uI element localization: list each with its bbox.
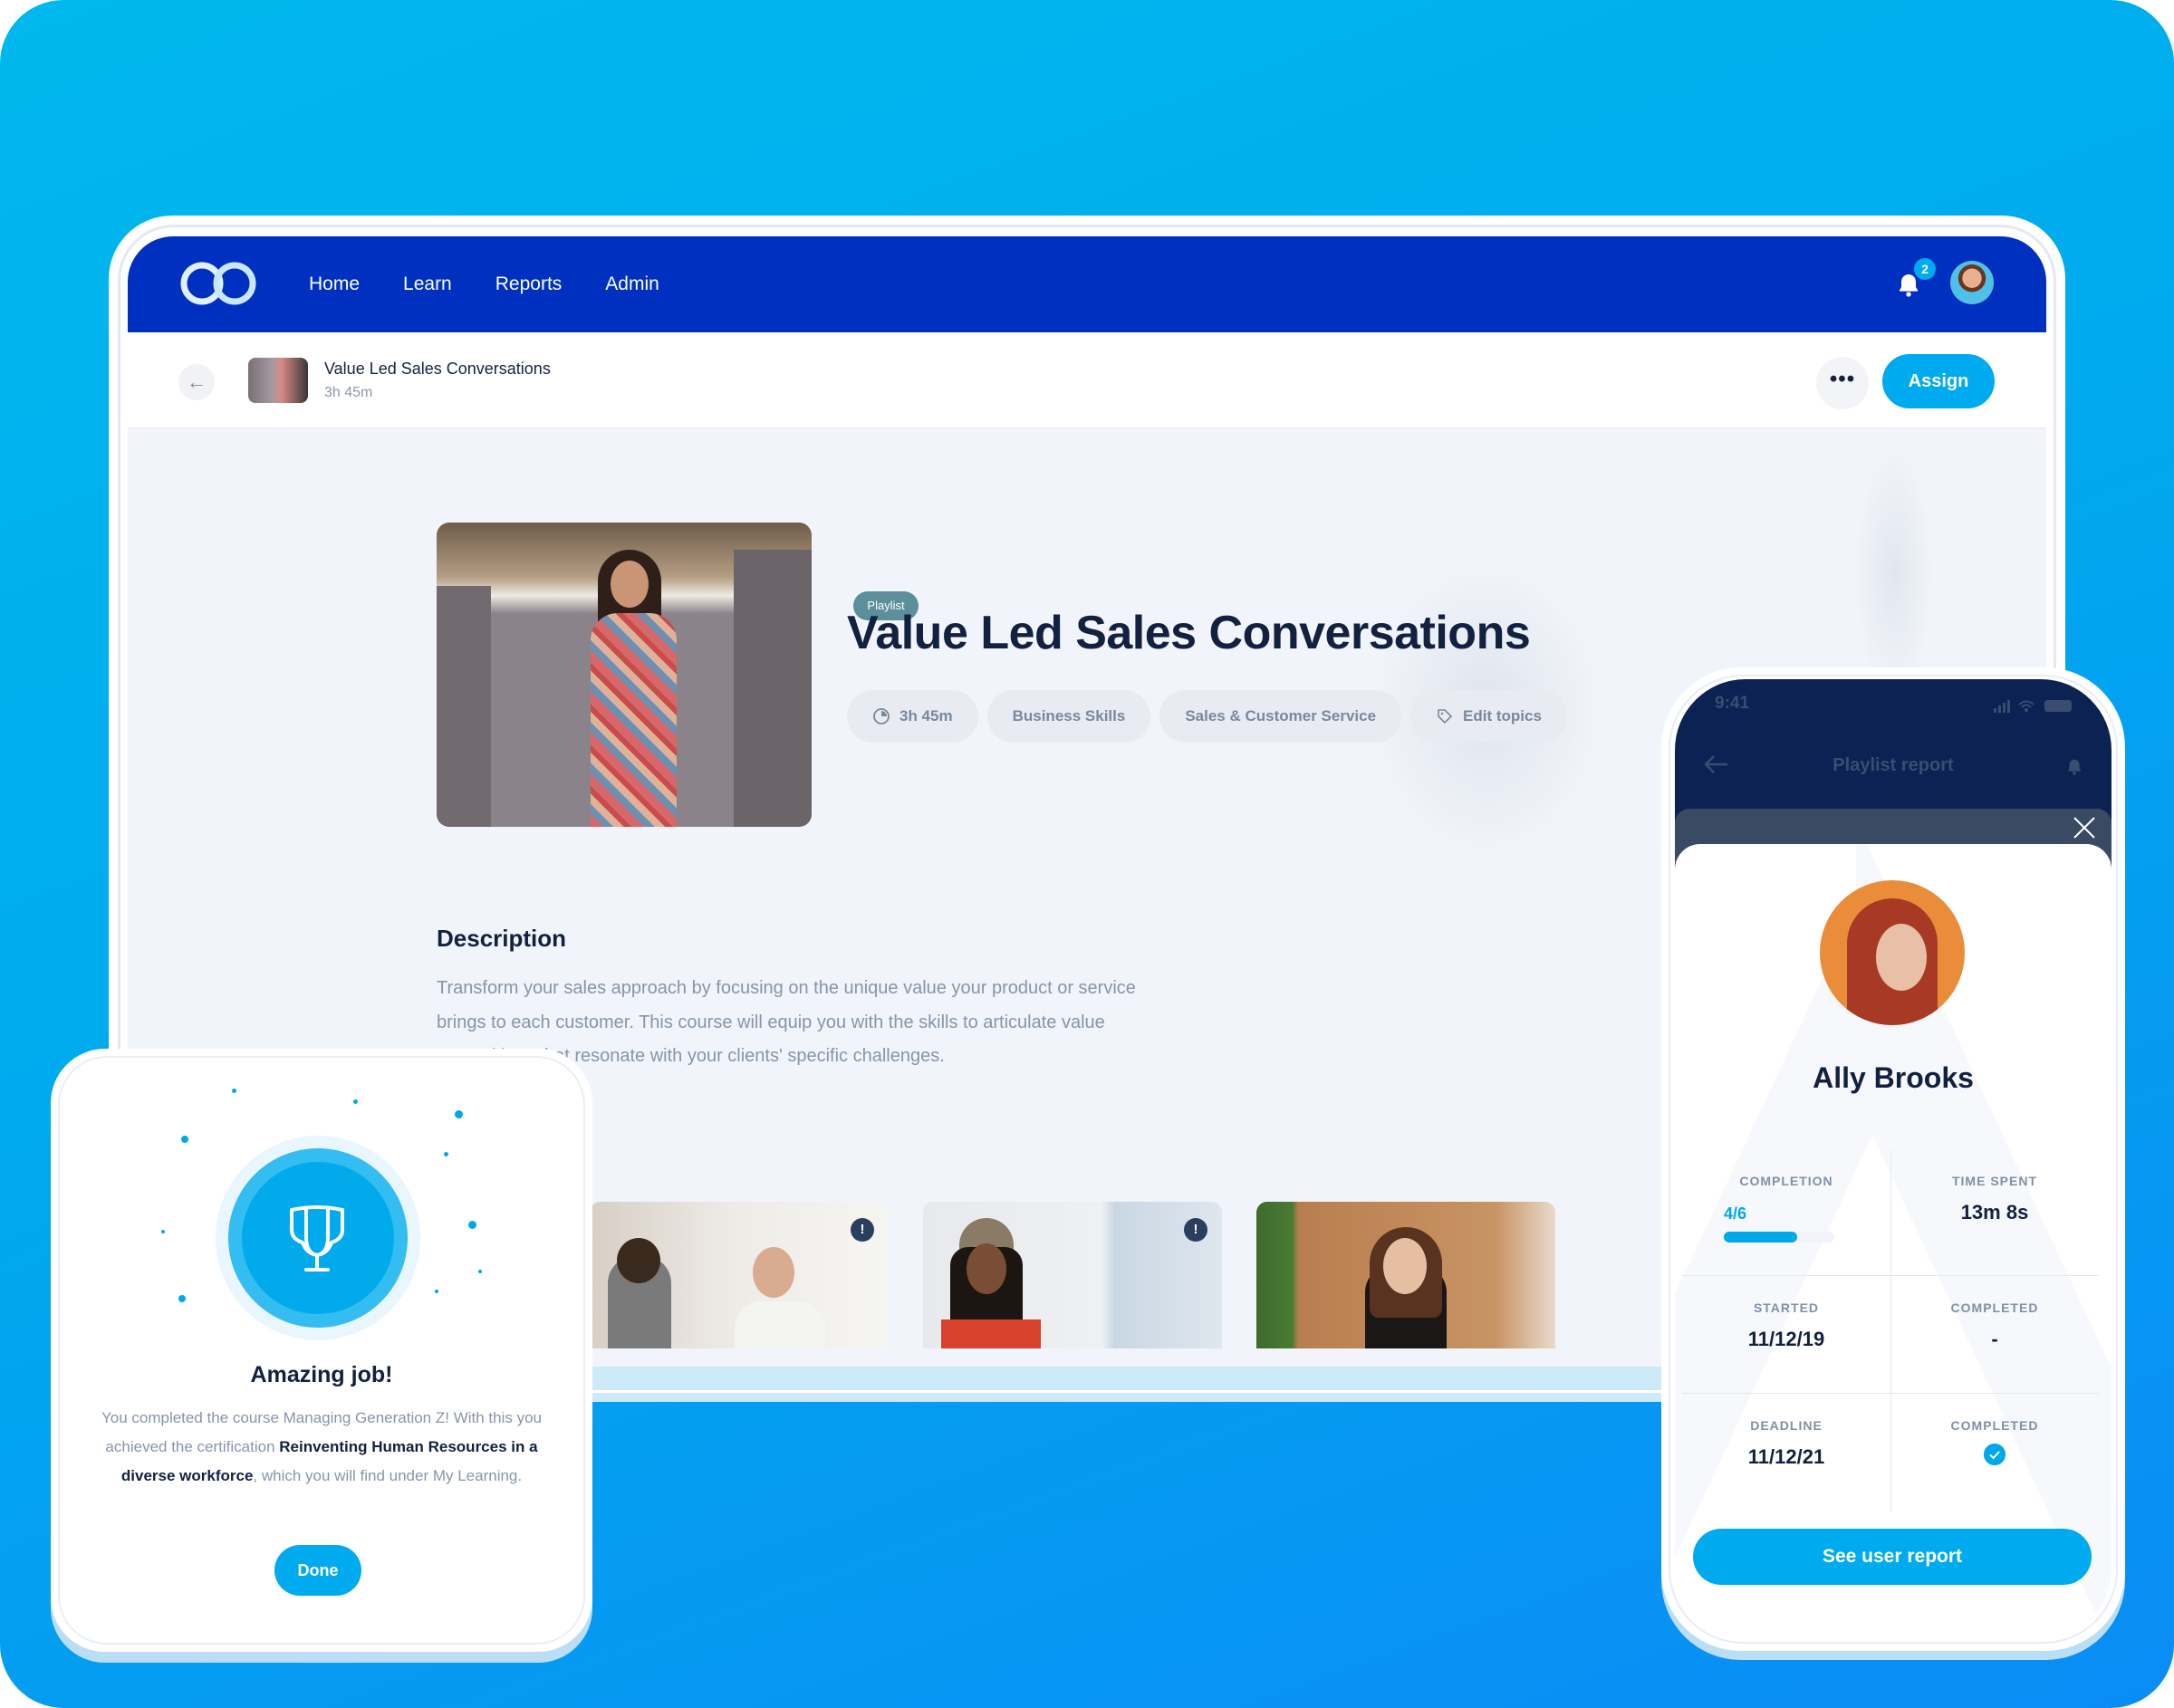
stat-label: COMPLETION (1739, 1174, 1833, 1188)
playlist-item-card[interactable] (590, 1202, 889, 1348)
header-course-duration: 3h 45m (324, 385, 373, 400)
course-title: Value Led Sales Conversations (847, 607, 1531, 659)
stat-label: DEADLINE (1750, 1418, 1823, 1433)
stat-value: 13m 8s (1960, 1201, 2029, 1223)
nav-links: Home Learn Reports Admin (309, 236, 703, 332)
more-options-button[interactable]: ••• (1816, 357, 1869, 409)
infinity-logo-icon[interactable] (178, 260, 258, 307)
playlist-item-card[interactable] (1256, 1202, 1555, 1348)
nav-reports[interactable]: Reports (495, 273, 563, 295)
topic-chip-sales-customer-service[interactable]: Sales & Customer Service (1159, 690, 1402, 743)
confetti-dot (181, 1136, 188, 1143)
top-navigation: Home Learn Reports Admin 2 (128, 236, 2046, 332)
stat-deadline: DEADLINE 11/12/21 (1682, 1418, 1890, 1469)
stat-label: STARTED (1753, 1300, 1820, 1315)
trophy-icon (290, 1205, 344, 1271)
stat-value: - (1991, 1328, 1998, 1350)
back-button[interactable]: ← (178, 364, 215, 400)
achievement-text-after: , which you will find under My Learning. (253, 1467, 523, 1484)
user-avatar-large (1820, 880, 1965, 1025)
topic-chip-label: Business Skills (1012, 707, 1126, 724)
confetti-dot (435, 1290, 438, 1293)
course-cover-image (437, 523, 812, 827)
confetti-dot (232, 1089, 236, 1093)
see-user-report-button[interactable]: See user report (1693, 1529, 2092, 1585)
alert-badge: ! (1184, 1218, 1207, 1242)
nav-home[interactable]: Home (309, 273, 360, 295)
playlist-item-card[interactable] (923, 1202, 1222, 1348)
tag-icon (1438, 709, 1453, 724)
stat-started: STARTED 11/12/19 (1682, 1300, 1890, 1351)
done-button[interactable]: Done (274, 1545, 361, 1596)
completion-fraction: 4/6 (1724, 1204, 1747, 1223)
status-bar-icons (1994, 700, 2072, 713)
duration-chip[interactable]: 3h 45m (847, 690, 978, 743)
achievement-message: You completed the course Managing Genera… (100, 1404, 544, 1491)
confetti-dot (444, 1152, 448, 1156)
header-course-title: Value Led Sales Conversations (324, 360, 551, 378)
confetti-dot (178, 1295, 186, 1302)
stat-completed-status: COMPLETED (1890, 1418, 2099, 1470)
confetti-dot (455, 1110, 463, 1118)
stat-value: 11/12/19 (1747, 1328, 1825, 1350)
confetti-dot (478, 1270, 482, 1273)
user-name: Ally Brooks (1813, 1061, 1974, 1094)
nav-admin[interactable]: Admin (605, 273, 659, 295)
completion-progress-fill (1724, 1232, 1798, 1243)
phone-screen: 9:41 Playlist report Ally Brooks COMPLET… (1675, 679, 2111, 1639)
confetti-dot (353, 1099, 358, 1104)
check-circle-icon (1984, 1444, 2006, 1465)
achievement-title: Amazing job! (250, 1362, 393, 1387)
grid-divider (1682, 1275, 2099, 1276)
edit-topics-button[interactable]: Edit topics (1410, 690, 1567, 743)
content-header: ← Value Led Sales Conversations 3h 45m •… (128, 332, 2046, 428)
stat-value: 11/12/21 (1747, 1445, 1825, 1468)
description-heading: Description (437, 925, 567, 952)
topic-chip-label: Sales & Customer Service (1185, 707, 1377, 724)
user-avatar[interactable] (1950, 261, 1994, 304)
status-bar-time: 9:41 (1715, 694, 1750, 713)
stat-completion: COMPLETION (1682, 1174, 1890, 1188)
completion-progress-bar (1724, 1232, 1834, 1243)
confetti-dot (161, 1230, 165, 1233)
stat-label: COMPLETED (1950, 1418, 2039, 1433)
stat-time-spent: TIME SPENT 13m 8s (1890, 1174, 2099, 1224)
nav-learn[interactable]: Learn (403, 273, 452, 295)
phone-header-title: Playlist report (1833, 755, 1954, 775)
phone-bell-icon[interactable] (2064, 757, 2084, 777)
stat-completed-date: COMPLETED - (1890, 1300, 2099, 1351)
achievement-modal: Amazing job! You completed the course Ma… (51, 1049, 592, 1652)
stat-label: TIME SPENT (1951, 1174, 2037, 1188)
duration-chip-label: 3h 45m (899, 707, 953, 724)
assign-button[interactable]: Assign (1882, 354, 1995, 408)
stat-label: COMPLETED (1950, 1300, 2039, 1315)
grid-divider (1682, 1393, 2099, 1394)
close-icon[interactable] (2072, 815, 2097, 840)
user-report-sheet: Ally Brooks COMPLETION 4/6 TIME SPENT 13… (1675, 844, 2111, 1639)
notification-badge: 2 (1914, 258, 1936, 280)
course-thumbnail (248, 358, 308, 403)
edit-topics-label: Edit topics (1463, 707, 1542, 724)
clock-icon (873, 708, 890, 724)
course-tags: 3h 45m Business Skills Sales & Customer … (847, 690, 1567, 743)
alert-badge: ! (851, 1218, 874, 1242)
confetti-dot (468, 1221, 476, 1229)
topic-chip-business-skills[interactable]: Business Skills (986, 690, 1151, 743)
